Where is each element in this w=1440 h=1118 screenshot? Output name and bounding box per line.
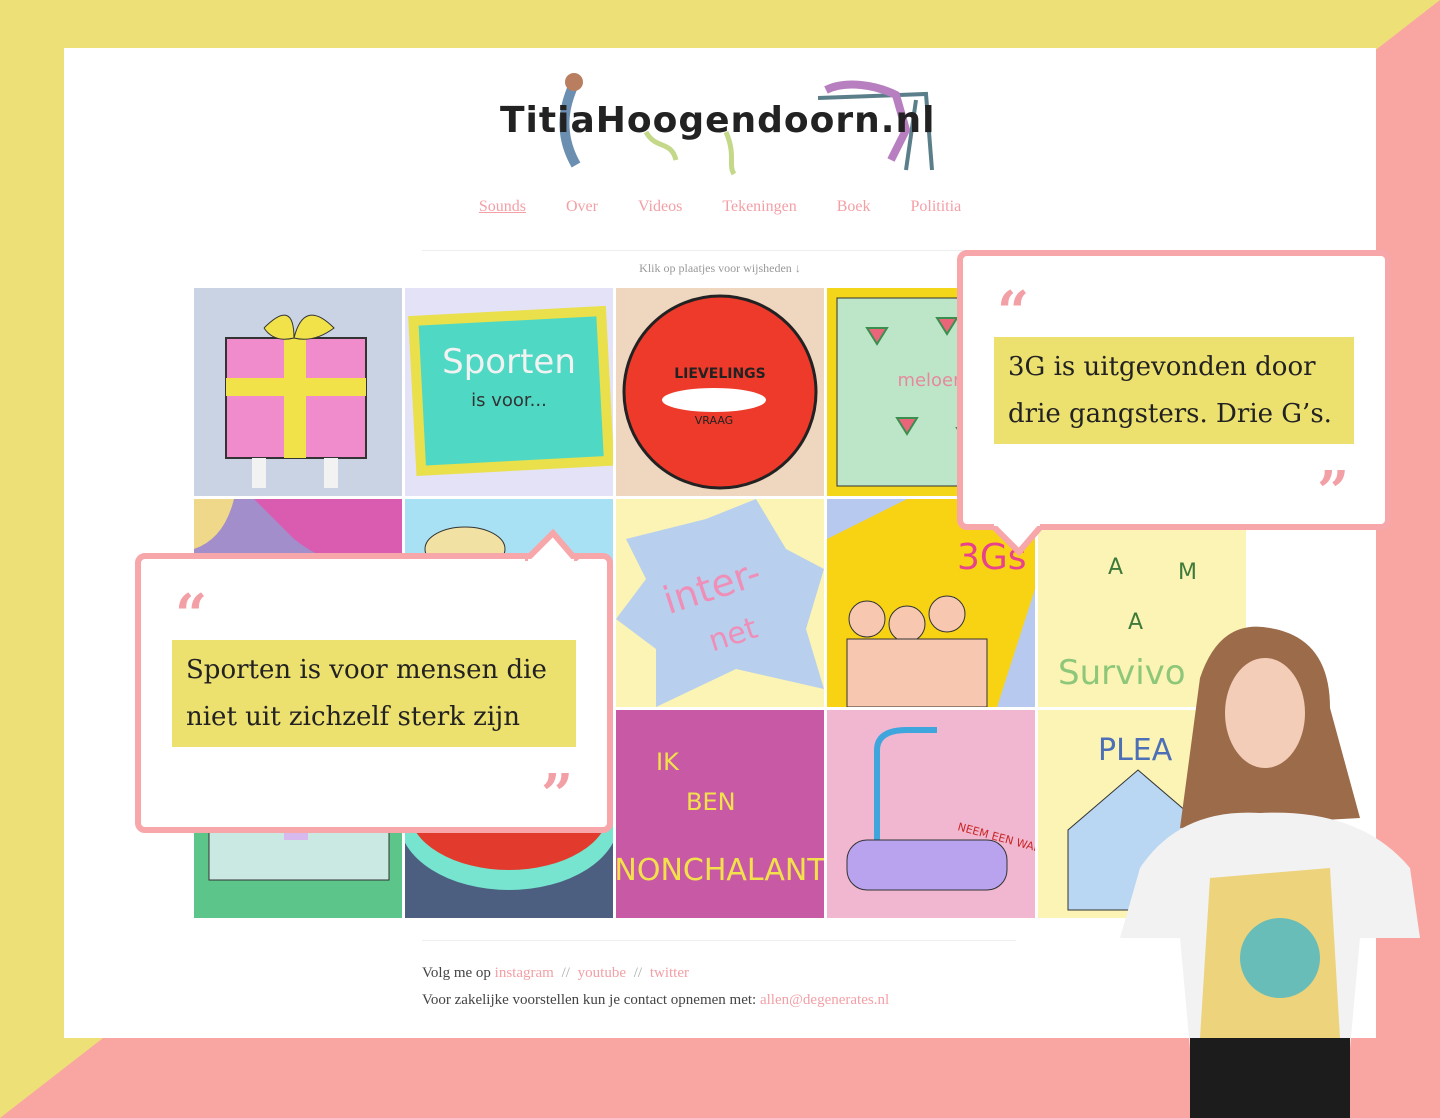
close-quote-icon: ” xyxy=(541,762,574,828)
twitter-link[interactable]: twitter xyxy=(650,965,689,981)
svg-text:M: M xyxy=(1178,560,1197,585)
svg-text:meloen: meloen xyxy=(897,370,964,391)
quote-line-2: niet uit zichzelf sterk zijn xyxy=(186,702,520,732)
contact-prefix: Voor zakelijke voorstellen kun je contac… xyxy=(422,992,757,1008)
quote-line-2: drie gangsters. Drie G’s. xyxy=(1008,399,1332,429)
quote-text: 3G is uitgevonden door drie gangsters. D… xyxy=(994,337,1354,444)
quote-text: Sporten is voor mensen die niet uit zich… xyxy=(172,640,576,747)
nav-item-boek[interactable]: Boek xyxy=(837,198,871,215)
svg-text:A: A xyxy=(1108,555,1123,580)
tile-gift[interactable] xyxy=(194,288,402,496)
instagram-link[interactable]: instagram xyxy=(495,965,554,981)
tile-sporten[interactable]: Sporten is voor... xyxy=(405,288,613,496)
quote-bubble-3g: “ 3G is uitgevonden door drie gangsters.… xyxy=(957,250,1391,557)
tile-bath[interactable]: NEEM EEN WARM BAD xyxy=(827,710,1035,918)
svg-text:is voor...: is voor... xyxy=(471,390,547,411)
svg-text:BEN: BEN xyxy=(686,788,736,816)
tile-lievelings[interactable]: LIEVELINGS VRAAG xyxy=(616,288,824,496)
tile-internet[interactable]: inter- net xyxy=(616,499,824,707)
logo-text: TitiaHoogendoorn.nl xyxy=(500,100,936,141)
email-link[interactable]: allen@degenerates.nl xyxy=(760,992,889,1008)
youtube-link[interactable]: youtube xyxy=(578,965,626,981)
separator: // xyxy=(561,965,570,981)
separator: // xyxy=(633,965,643,981)
hint-text: Klik op plaatjes voor wijsheden xyxy=(639,261,792,275)
close-quote-icon: ” xyxy=(1317,459,1350,525)
open-quote-icon: “ xyxy=(997,279,1030,345)
quote-line-1: 3G is uitgevonden door xyxy=(1008,352,1316,382)
tile-nonchalant[interactable]: IK BEN NONCHALANT xyxy=(616,710,824,918)
nav-item-polititia[interactable]: Polititia xyxy=(911,198,962,215)
contact-line: Voor zakelijke voorstellen kun je contac… xyxy=(422,987,889,1014)
site-logo[interactable]: TitiaHoogendoorn.nl xyxy=(496,70,946,180)
bubble-tail xyxy=(991,524,1046,557)
svg-text:Sporten: Sporten xyxy=(442,342,576,382)
main-nav: Sounds Over Videos Tekeningen Boek Polit… xyxy=(64,198,1376,216)
open-quote-icon: “ xyxy=(175,582,208,648)
nav-item-tekeningen[interactable]: Tekeningen xyxy=(722,198,796,215)
bubble-tail xyxy=(525,528,580,561)
divider-bottom xyxy=(422,940,1016,941)
nav-item-over[interactable]: Over xyxy=(566,198,598,215)
divider-top xyxy=(422,250,1016,251)
svg-text:IK: IK xyxy=(656,748,680,776)
follow-line: Volg me op instagram // youtube // twitt… xyxy=(422,960,889,987)
nav-item-sounds[interactable]: Sounds xyxy=(479,198,526,215)
quote-line-1: Sporten is voor mensen die xyxy=(186,655,547,685)
follow-prefix: Volg me op xyxy=(422,965,491,981)
quote-bubble-sporten: “ Sporten is voor mensen die niet uit zi… xyxy=(135,528,613,833)
footer: Volg me op instagram // youtube // twitt… xyxy=(422,960,889,1014)
svg-text:VRAAG: VRAAG xyxy=(695,414,733,427)
svg-text:LIEVELINGS: LIEVELINGS xyxy=(674,366,766,382)
svg-text:NONCHALANT: NONCHALANT xyxy=(616,853,824,888)
nav-item-videos[interactable]: Videos xyxy=(638,198,682,215)
person-photo xyxy=(1120,626,1420,1118)
arrow-down-icon: ↓ xyxy=(794,261,801,275)
